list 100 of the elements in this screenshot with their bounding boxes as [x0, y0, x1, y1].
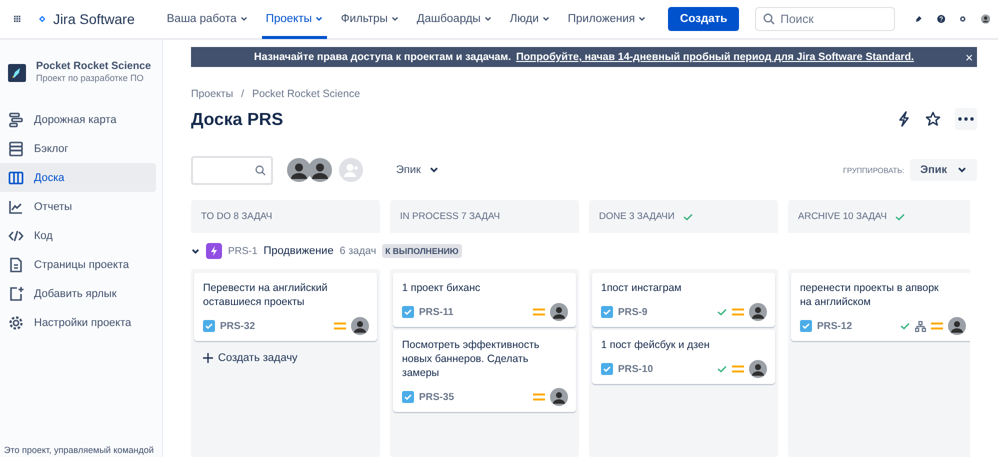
issue-card[interactable]: перенести проекты в апворк на английском PRS-12	[791, 273, 970, 341]
checkbox-icon	[601, 306, 613, 318]
issue-key: PRS-12	[817, 320, 852, 332]
breadcrumb-separator: /	[241, 88, 244, 100]
issue-card[interactable]: Перевести на английский оставшиеся проекты PRS-32	[194, 273, 377, 341]
checkbox-icon	[203, 320, 215, 332]
avatar-icon[interactable]	[287, 158, 311, 182]
priority-medium-icon	[732, 365, 744, 373]
sidebar-item[interactable]: Отчеты	[0, 192, 156, 221]
rocket-icon	[8, 64, 26, 82]
roadmap-icon	[8, 112, 24, 128]
ellipsis-icon	[958, 117, 974, 121]
checkbox-icon	[402, 391, 414, 403]
issue-summary: 1 пост фейсбук и дзен	[601, 338, 711, 352]
board-search-field[interactable]	[191, 156, 273, 184]
lightning-icon[interactable]	[897, 111, 911, 127]
more-button[interactable]	[955, 108, 977, 130]
checkbox-icon	[601, 363, 613, 375]
nav-menu-item[interactable]: Люди	[506, 1, 554, 39]
issue-key: PRS-9	[618, 306, 648, 318]
chevron-down-icon	[240, 15, 248, 23]
chevron-down-icon	[542, 15, 550, 23]
sidebar-item[interactable]: Бэклог	[0, 134, 156, 163]
chevron-down-icon	[428, 165, 439, 175]
plus-icon	[203, 353, 213, 363]
priority-medium-icon	[732, 308, 744, 316]
checkbox-icon	[800, 320, 812, 332]
status-lozenge: К ВЫПОЛНЕНИЮ	[382, 244, 462, 258]
avatar-icon[interactable]	[749, 360, 767, 378]
trial-link[interactable]: Попробуйте, начав 14-дневный пробный период для Jira Software Standard.	[516, 51, 914, 63]
board-title: Доска PRS	[191, 108, 284, 130]
lightning-icon	[206, 243, 222, 259]
nav-menu-item[interactable]: Проекты	[262, 1, 327, 39]
issue-card[interactable]: Посмотреть эффективность новых баннеров. Сделать замеры PRS-35	[393, 330, 576, 412]
issue-card[interactable]: 1пост инстаграм PRS-9	[592, 273, 775, 327]
star-icon[interactable]	[925, 111, 941, 127]
breadcrumb-link[interactable]: Проекты	[191, 88, 234, 100]
sidebar-item[interactable]: Настройки проекта	[0, 308, 156, 337]
priority-medium-icon	[334, 322, 346, 330]
avatar-icon[interactable]	[948, 317, 966, 335]
column-title: DONE 3 ЗАДАЧИ	[599, 211, 675, 222]
project-name: Pocket Rocket Science	[36, 60, 151, 72]
settings-icon	[8, 314, 24, 330]
issue-summary: 1пост инстаграм	[601, 281, 683, 295]
epic-name: Продвижение	[263, 245, 334, 257]
chevron-down-icon	[957, 165, 967, 175]
banner-text: Назначайте права доступа к проектам и задачам.	[254, 51, 512, 63]
epic-filter-button[interactable]: Эпик	[390, 163, 445, 177]
epic-count: 6 задач	[340, 245, 376, 257]
sidebar-footer-text: Это проект, управляемый командой	[3, 445, 155, 457]
create-issue-button[interactable]: Создать задачу	[194, 344, 307, 372]
board-icon	[8, 170, 24, 186]
epic-key: PRS-1	[228, 246, 258, 256]
issue-summary: перенести проекты в апворк на английском	[800, 281, 940, 309]
column-title: IN PROCESS 7 ЗАДАЧ	[400, 211, 500, 222]
project-type: Проект по разработке ПО	[36, 73, 145, 83]
chevron-down-icon	[390, 15, 399, 23]
search-icon	[255, 164, 266, 176]
issue-key: PRS-11	[419, 306, 454, 318]
issue-key: PRS-32	[220, 320, 256, 332]
search-field[interactable]: Поиск	[755, 7, 896, 31]
sidebar-item[interactable]: Дорожная карта	[0, 105, 156, 134]
issue-key: PRS-35	[419, 392, 454, 402]
chevron-down-icon	[638, 15, 646, 23]
column-title: TO DO 8 ЗАДАЧ	[201, 211, 272, 222]
issue-card[interactable]: 1 проект биханс PRS-11	[393, 273, 576, 327]
sidebar-item[interactable]: Доска	[0, 163, 156, 192]
create-button[interactable]: Создать	[668, 7, 740, 31]
caret-icon[interactable]	[191, 246, 200, 256]
product-name[interactable]: Jira Software	[53, 11, 135, 27]
priority-medium-icon	[533, 393, 545, 401]
avatar-icon[interactable]	[308, 158, 332, 182]
sidebar-item[interactable]: Добавить ярлык	[0, 279, 156, 308]
add-shortcut-icon	[8, 286, 24, 302]
column-title: ARCHIVE 10 ЗАДАЧ	[798, 211, 887, 222]
checkbox-icon	[402, 306, 414, 318]
chart-icon	[8, 198, 24, 214]
nav-menu-item[interactable]: Фильтры	[336, 1, 403, 39]
sidebar-item[interactable]: Код	[0, 221, 156, 250]
chevron-down-icon	[484, 15, 492, 23]
nav-menu-item[interactable]: Приложения	[564, 1, 650, 39]
issue-summary: Перевести на английский оставшиеся проекты	[203, 281, 328, 309]
group-by-dropdown[interactable]: Эпик	[910, 159, 977, 181]
avatar-icon[interactable]	[351, 317, 369, 335]
issue-card[interactable]: 1 пост фейсбук и дзен PRS-10	[592, 330, 775, 384]
issue-key: PRS-10	[618, 364, 654, 374]
avatar-icon[interactable]	[550, 388, 568, 406]
nav-menu-item[interactable]: Ваша работа	[162, 1, 252, 39]
backlog-icon	[8, 140, 24, 156]
issue-summary: 1 проект биханс	[402, 281, 482, 295]
sidebar-item[interactable]: Страницы проекта	[0, 250, 156, 279]
avatar-icon[interactable]	[749, 303, 767, 321]
page-icon	[8, 256, 24, 272]
priority-medium-icon	[533, 308, 545, 316]
chevron-down-icon	[314, 14, 323, 22]
priority-medium-icon	[931, 322, 943, 330]
nav-menu-item[interactable]: Дашбоарды	[412, 1, 496, 39]
close-button[interactable]: ×	[965, 50, 973, 64]
breadcrumb-link[interactable]: Pocket Rocket Science	[252, 88, 360, 100]
avatar-icon[interactable]	[550, 303, 568, 321]
